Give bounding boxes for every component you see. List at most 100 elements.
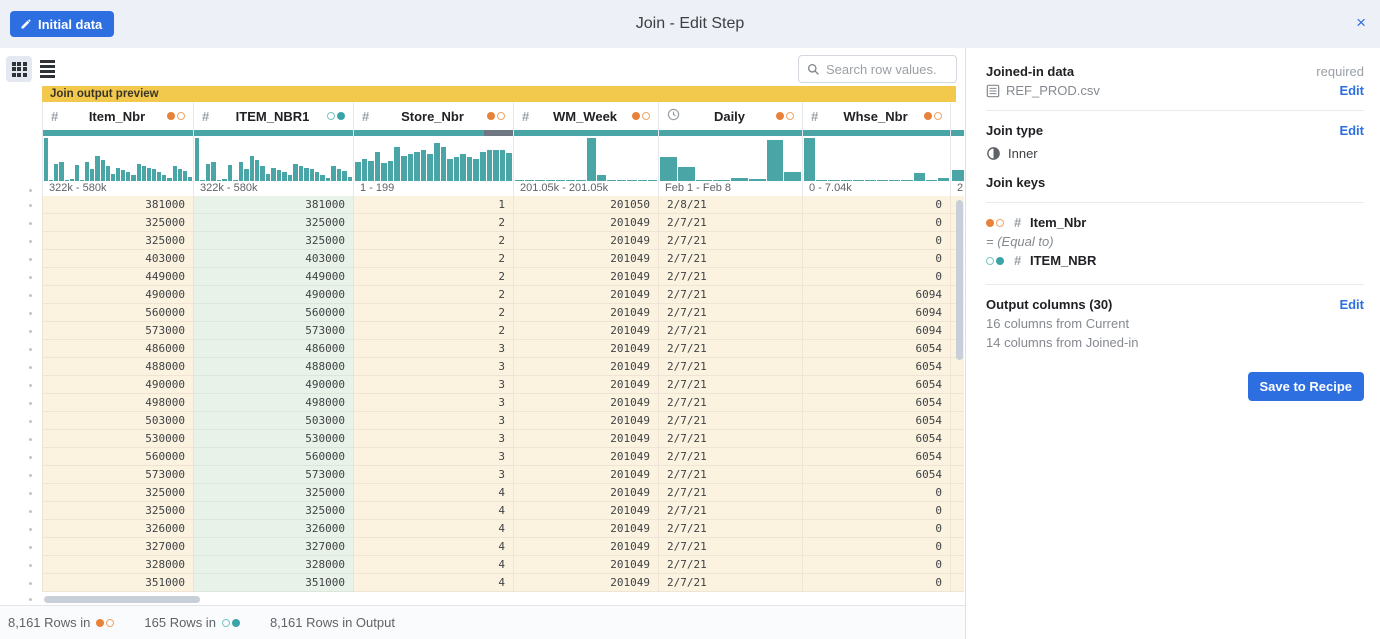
table-row[interactable]: 48600048600032010492/7/216054 [42, 340, 964, 358]
table-row[interactable]: 32500032500022010492/7/210 [42, 214, 964, 232]
histogram-bar[interactable] [90, 169, 94, 181]
histogram-bar[interactable] [473, 159, 479, 181]
table-row[interactable]: 44900044900022010492/7/210 [42, 268, 964, 286]
table-cell[interactable]: 0 [802, 502, 950, 520]
histogram-bar[interactable] [493, 150, 499, 181]
histogram-bar[interactable] [454, 157, 460, 182]
horizontal-scrollbar[interactable] [44, 596, 200, 603]
column-histogram[interactable] [514, 136, 658, 181]
table-cell[interactable]: 2/7/21 [658, 538, 802, 556]
column-header-Daily[interactable]: DailyFeb 1 - Feb 8 [658, 102, 802, 196]
histogram-bar[interactable] [441, 147, 447, 181]
histogram-bar[interactable] [337, 169, 341, 181]
table-cell[interactable]: 486000 [193, 340, 353, 358]
histogram-bar[interactable] [678, 167, 695, 181]
table-cell[interactable]: 201049 [513, 394, 658, 412]
table-cell[interactable]: 201049 [513, 412, 658, 430]
table-cell[interactable] [950, 376, 964, 394]
table-cell[interactable]: 2/7/21 [658, 484, 802, 502]
table-cell[interactable]: 325000 [193, 502, 353, 520]
table-cell[interactable]: 0 [802, 250, 950, 268]
table-row[interactable]: 49800049800032010492/7/216054 [42, 394, 964, 412]
histogram-bar[interactable] [95, 156, 99, 181]
table-cell[interactable]: 3 [353, 466, 513, 484]
table-cell[interactable]: 2/7/21 [658, 502, 802, 520]
table-cell[interactable]: 2/7/21 [658, 232, 802, 250]
histogram-bar[interactable] [183, 171, 187, 181]
table-cell[interactable]: 201049 [513, 340, 658, 358]
table-cell[interactable]: 325000 [42, 502, 193, 520]
table-cell[interactable]: 573000 [193, 466, 353, 484]
table-cell[interactable]: 201049 [513, 448, 658, 466]
table-cell[interactable]: 2/7/21 [658, 250, 802, 268]
table-row[interactable]: 57300057300032010492/7/216054 [42, 466, 964, 484]
histogram-bar[interactable] [239, 162, 243, 181]
table-cell[interactable]: 6094 [802, 286, 950, 304]
table-cell[interactable]: 325000 [193, 484, 353, 502]
column-histogram[interactable] [951, 136, 964, 181]
table-cell[interactable]: 488000 [42, 358, 193, 376]
table-cell[interactable]: 201049 [513, 574, 658, 592]
table-cell[interactable]: 2 [353, 286, 513, 304]
table-cell[interactable]: 4 [353, 484, 513, 502]
table-cell[interactable]: 6054 [802, 430, 950, 448]
table-cell[interactable]: 3 [353, 358, 513, 376]
histogram-bar[interactable] [101, 160, 105, 182]
table-cell[interactable]: 325000 [193, 214, 353, 232]
table-cell[interactable]: 2 [353, 250, 513, 268]
table-cell[interactable]: 6054 [802, 376, 950, 394]
table-cell[interactable]: 573000 [193, 322, 353, 340]
table-row[interactable]: 49000049000022010492/7/216094 [42, 286, 964, 304]
table-cell[interactable]: 2/7/21 [658, 268, 802, 286]
table-cell[interactable]: 4 [353, 574, 513, 592]
histogram-bar[interactable] [388, 161, 394, 181]
histogram-bar[interactable] [447, 159, 453, 181]
table-cell[interactable]: 2/7/21 [658, 358, 802, 376]
table-cell[interactable]: 201049 [513, 502, 658, 520]
table-cell[interactable]: 201049 [513, 250, 658, 268]
table-cell[interactable]: 2/7/21 [658, 214, 802, 232]
table-cell[interactable]: 2/7/21 [658, 376, 802, 394]
histogram-bar[interactable] [427, 154, 433, 181]
histogram-bar[interactable] [304, 168, 308, 181]
histogram-bar[interactable] [121, 170, 125, 181]
table-cell[interactable]: 6094 [802, 322, 950, 340]
table-cell[interactable]: 2/7/21 [658, 322, 802, 340]
table-cell[interactable]: 3 [353, 340, 513, 358]
table-cell[interactable]: 2 [353, 214, 513, 232]
table-cell[interactable]: 351000 [193, 574, 353, 592]
histogram-bar[interactable] [85, 162, 89, 181]
table-cell[interactable] [950, 412, 964, 430]
histogram-bar[interactable] [660, 157, 677, 181]
histogram-bar[interactable] [480, 152, 486, 181]
table-cell[interactable]: 573000 [42, 466, 193, 484]
table-cell[interactable]: 328000 [42, 556, 193, 574]
table-cell[interactable] [950, 466, 964, 484]
table-cell[interactable]: 490000 [193, 286, 353, 304]
histogram-bar[interactable] [152, 169, 156, 181]
table-cell[interactable]: 449000 [42, 268, 193, 286]
histogram-bar[interactable] [178, 169, 182, 181]
table-cell[interactable] [950, 394, 964, 412]
table-cell[interactable]: 4 [353, 556, 513, 574]
edit-joined-in-link[interactable]: Edit [1339, 83, 1364, 98]
table-cell[interactable]: 381000 [42, 196, 193, 214]
table-cell[interactable]: 498000 [42, 394, 193, 412]
vertical-scrollbar[interactable] [956, 200, 963, 360]
histogram-bar[interactable] [211, 162, 215, 181]
table-cell[interactable]: 201049 [513, 520, 658, 538]
histogram-bar[interactable] [282, 172, 286, 181]
histogram-bar[interactable] [75, 165, 79, 181]
table-cell[interactable]: 325000 [42, 232, 193, 250]
histogram-bar[interactable] [195, 138, 199, 181]
table-cell[interactable]: 6054 [802, 340, 950, 358]
save-to-recipe-button[interactable]: Save to Recipe [1248, 372, 1365, 401]
table-cell[interactable]: 201049 [513, 358, 658, 376]
table-cell[interactable]: 2/7/21 [658, 412, 802, 430]
histogram-bar[interactable] [111, 174, 115, 181]
table-cell[interactable]: 560000 [42, 304, 193, 322]
histogram-bar[interactable] [401, 156, 407, 181]
column-histogram[interactable] [354, 136, 513, 181]
histogram-bar[interactable] [244, 169, 248, 181]
table-cell[interactable]: 0 [802, 232, 950, 250]
